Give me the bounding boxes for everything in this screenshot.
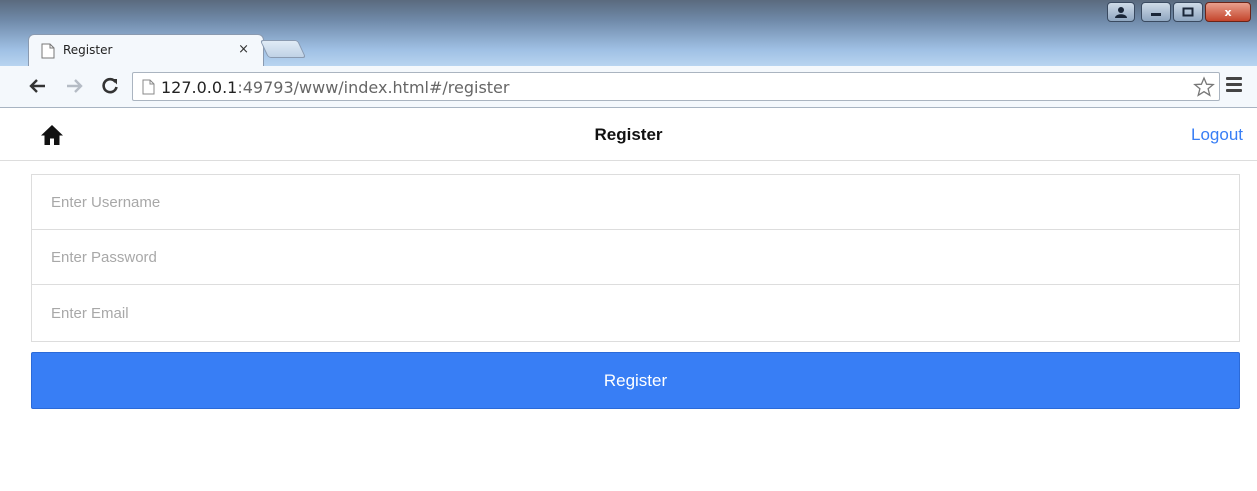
username-item [32, 175, 1239, 230]
app-header: Register Logout [0, 108, 1257, 161]
forward-arrow-icon [67, 79, 83, 93]
register-button[interactable]: Register [31, 352, 1240, 409]
tab-close-icon[interactable]: × [238, 42, 249, 57]
forward-button[interactable] [62, 74, 86, 98]
register-form [31, 174, 1240, 342]
new-tab-button[interactable] [259, 40, 307, 58]
page-title: Register [594, 125, 663, 144]
page-icon [142, 79, 155, 95]
reload-button[interactable] [98, 74, 122, 98]
close-window-button[interactable]: x [1205, 2, 1251, 22]
logout-button[interactable]: Logout [1191, 125, 1243, 145]
url-text[interactable]: 127.0.0.1:49793/www/index.html#/register [161, 78, 509, 97]
maximize-button[interactable] [1173, 2, 1203, 22]
close-icon: x [1224, 5, 1232, 19]
star-icon[interactable] [1193, 76, 1215, 98]
reload-icon [102, 77, 118, 94]
url-path: :49793/www/index.html#/register [237, 78, 510, 97]
window-controls: x [1107, 2, 1251, 26]
back-button[interactable] [26, 74, 50, 98]
url-host: 127.0.0.1 [161, 78, 238, 97]
username-input[interactable] [32, 175, 1239, 229]
page-icon [41, 43, 55, 59]
minimize-button[interactable] [1141, 2, 1171, 22]
browser-toolbar: 127.0.0.1:49793/www/index.html#/register [0, 66, 1257, 108]
browser-window: x Register × 127.0.0.1:49793/www/index.h… [0, 0, 1257, 491]
hamburger-menu-icon[interactable] [1226, 77, 1242, 95]
password-item [32, 230, 1239, 285]
title-bar: x Register × [0, 0, 1257, 66]
minimize-icon [1151, 13, 1161, 16]
user-profile-button[interactable] [1107, 2, 1135, 22]
address-bar[interactable]: 127.0.0.1:49793/www/index.html#/register [132, 72, 1220, 101]
maximize-icon [1182, 7, 1194, 17]
back-arrow-icon [29, 79, 45, 93]
user-icon [1115, 7, 1127, 18]
app-page: Register Logout Register [0, 108, 1257, 491]
email-input[interactable] [32, 285, 1239, 341]
tab-register[interactable]: Register × [28, 34, 264, 66]
tab-title: Register [63, 43, 113, 57]
email-item [32, 285, 1239, 341]
password-input[interactable] [32, 230, 1239, 284]
